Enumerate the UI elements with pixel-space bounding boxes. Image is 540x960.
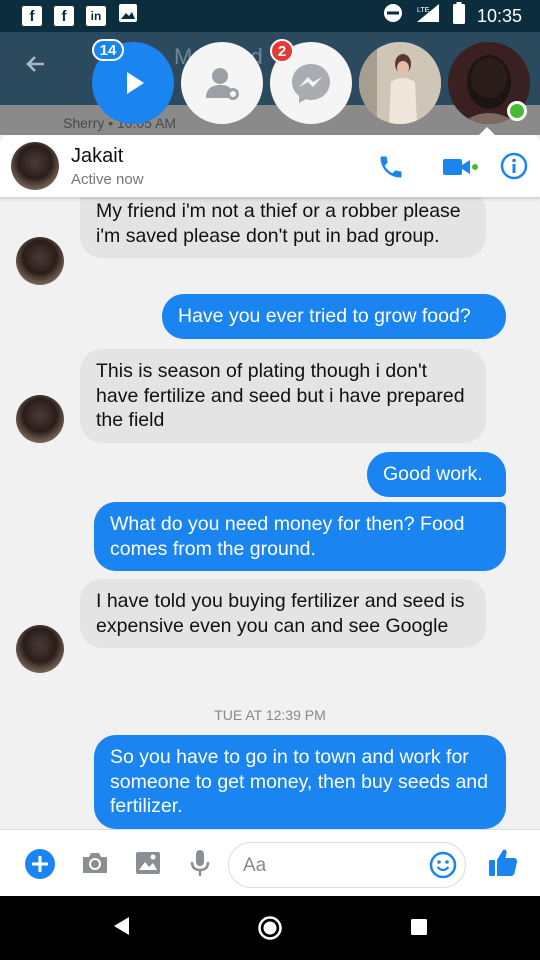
sender-avatar[interactable] <box>16 237 64 285</box>
message-composer <box>0 829 540 896</box>
chat-head-photo[interactable] <box>359 42 441 124</box>
play-icon <box>127 72 144 94</box>
sender-avatar[interactable] <box>16 625 64 673</box>
status-bar: f f in LTE 10:35 <box>0 0 540 32</box>
outgoing-message[interactable]: So you have to go in to town and work fo… <box>94 735 506 829</box>
message-input[interactable] <box>243 853 423 879</box>
emoji-icon[interactable] <box>429 851 457 879</box>
message-input-container[interactable] <box>228 842 466 888</box>
incoming-message[interactable]: This is season of plating though i don't… <box>80 349 486 443</box>
outgoing-message[interactable]: What do you need money for then? Food co… <box>94 502 506 571</box>
info-icon[interactable] <box>500 152 528 180</box>
contact-avatar[interactable] <box>11 142 59 190</box>
outgoing-message[interactable]: Good work. <box>367 452 506 497</box>
person-icon <box>206 68 239 100</box>
thumbs-up-icon[interactable] <box>487 846 518 876</box>
messenger-icon <box>292 64 330 103</box>
facebook-icon: f <box>22 6 42 26</box>
incoming-message[interactable]: My friend i'm not a thief or a robber pl… <box>80 197 486 258</box>
video-call-icon[interactable] <box>441 155 479 179</box>
lte-signal-icon: LTE <box>415 3 441 29</box>
contact-name[interactable]: Jakait <box>71 145 123 168</box>
facebook-icon: f <box>54 6 74 26</box>
online-indicator <box>507 101 527 121</box>
nav-recents-icon[interactable] <box>410 918 428 941</box>
unread-badge: 2 <box>270 39 294 63</box>
unread-badge: 14 <box>92 39 124 61</box>
microphone-icon[interactable] <box>186 848 216 878</box>
linkedin-icon: in <box>86 6 106 26</box>
outgoing-message[interactable]: Have you ever tried to grow food? <box>162 294 506 339</box>
back-arrow-icon[interactable] <box>24 50 48 84</box>
do-not-disturb-icon <box>383 3 403 29</box>
contact-status: Active now <box>71 171 144 188</box>
message-timestamp: TUE AT 12:39 PM <box>214 707 326 723</box>
chat-head-person[interactable] <box>181 42 263 124</box>
phone-call-icon[interactable] <box>377 153 405 181</box>
nav-back-icon[interactable] <box>112 916 132 941</box>
sender-avatar[interactable] <box>16 395 64 443</box>
profile-photo <box>359 42 441 124</box>
camera-icon[interactable] <box>80 848 110 878</box>
svg-text:LTE: LTE <box>417 7 430 14</box>
incoming-message[interactable]: I have told you buying fertilizer and se… <box>80 579 486 648</box>
clock: 10:35 <box>476 5 522 26</box>
image-icon <box>118 3 138 29</box>
gallery-icon[interactable] <box>133 848 163 878</box>
nav-home-icon[interactable] <box>258 916 282 945</box>
add-icon[interactable] <box>24 848 55 879</box>
system-navigation-bar <box>0 896 540 960</box>
battery-icon <box>452 2 465 30</box>
conversation-header: Jakait Active now <box>0 135 540 197</box>
message-list[interactable]: My friend i'm not a thief or a robber pl… <box>0 197 540 829</box>
